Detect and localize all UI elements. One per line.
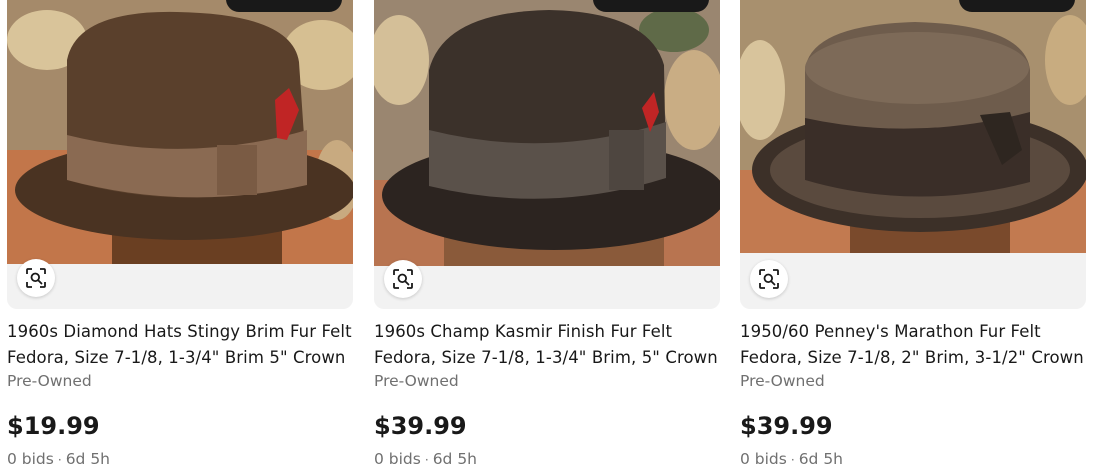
bid-count: 0 bids [374, 450, 421, 468]
time-left: 6d 5h [798, 450, 844, 468]
listing-photo-hat[interactable] [740, 0, 1086, 253]
listing-bid-info: 0 bids · 6d 5h [7, 449, 110, 470]
listing-card[interactable]: 1960s Diamond Hats Stingy Brim Fur Felt … [7, 0, 353, 468]
listing-image-container[interactable] [7, 0, 353, 309]
visual-search-icon[interactable] [750, 260, 788, 298]
listing-bid-info: 0 bids · 6d 5h [740, 449, 843, 470]
meta-separator: · [790, 453, 795, 467]
listing-condition: Pre-Owned [7, 372, 92, 390]
listing-photo-hat[interactable] [374, 0, 720, 266]
bid-count: 0 bids [7, 450, 54, 468]
listing-title[interactable]: 1960s Champ Kasmir Finish Fur Felt Fedor… [374, 319, 720, 371]
top-pill-button[interactable] [593, 0, 709, 12]
listing-image-container[interactable] [374, 0, 720, 309]
listing-price: $39.99 [374, 412, 467, 440]
time-left: 6d 5h [432, 450, 478, 468]
bid-count: 0 bids [740, 450, 787, 468]
listing-title[interactable]: 1950/60 Penney's Marathon Fur Felt Fedor… [740, 319, 1086, 371]
listing-photo-hat[interactable] [7, 0, 353, 264]
meta-separator: · [57, 453, 62, 467]
time-left: 6d 5h [65, 450, 111, 468]
listing-condition: Pre-Owned [740, 372, 825, 390]
top-pill-button[interactable] [959, 0, 1075, 12]
listing-bid-info: 0 bids · 6d 5h [374, 449, 477, 470]
listing-card[interactable]: 1960s Champ Kasmir Finish Fur Felt Fedor… [374, 0, 720, 468]
listing-card[interactable]: 1950/60 Penney's Marathon Fur Felt Fedor… [740, 0, 1086, 468]
top-pill-button[interactable] [226, 0, 342, 12]
listing-title[interactable]: 1960s Diamond Hats Stingy Brim Fur Felt … [7, 319, 353, 371]
listing-price: $19.99 [7, 412, 100, 440]
listing-condition: Pre-Owned [374, 372, 459, 390]
listing-price: $39.99 [740, 412, 833, 440]
visual-search-icon[interactable] [384, 260, 422, 298]
meta-separator: · [424, 453, 429, 467]
visual-search-icon[interactable] [17, 259, 55, 297]
listing-image-container[interactable] [740, 0, 1086, 309]
